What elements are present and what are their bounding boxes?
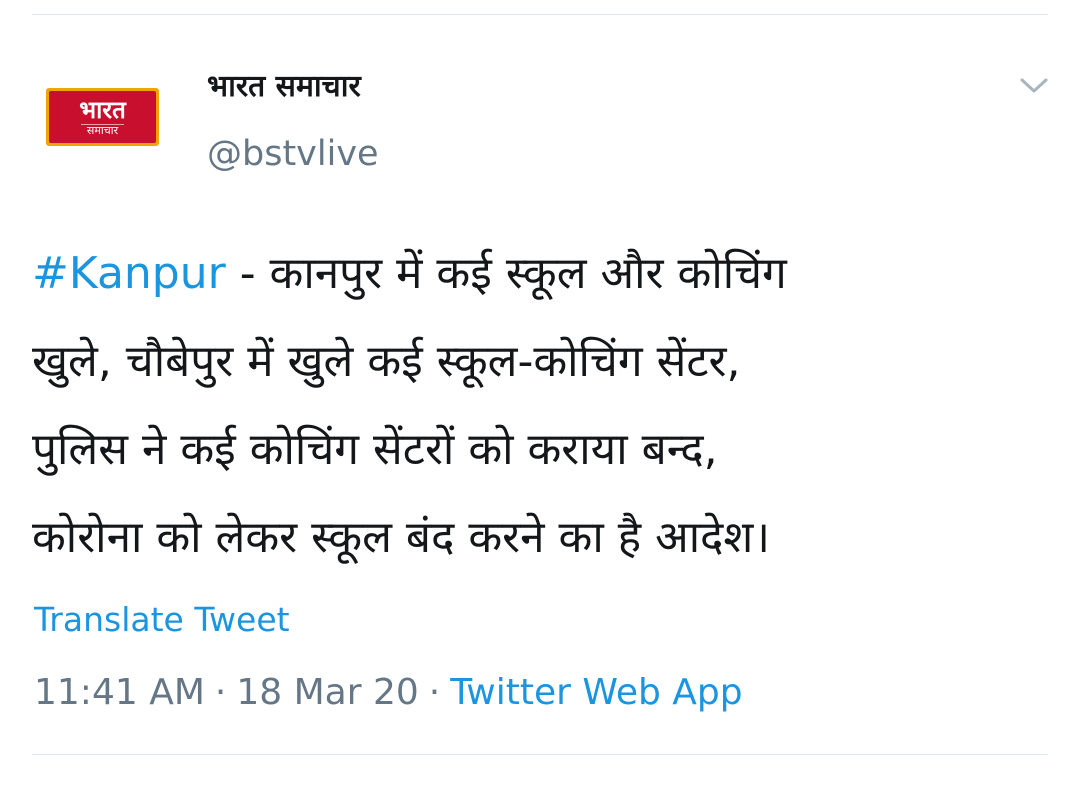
author-display-name[interactable]: भारत समाचार: [207, 64, 361, 105]
hashtag-link[interactable]: #Kanpur: [32, 248, 226, 299]
tweet-time[interactable]: 11:41 AM: [34, 672, 205, 713]
author-handle[interactable]: @bstvlive: [207, 134, 379, 174]
avatar-logo-subtext: समाचार: [80, 124, 125, 136]
tweet-text-line: खुले, चौबेपुर में खुले कई स्कूल-कोचिंग स…: [32, 336, 741, 387]
avatar-logo-text: भारत: [79, 96, 126, 124]
chevron-down-icon[interactable]: [1017, 72, 1051, 98]
translate-tweet-link[interactable]: Translate Tweet: [34, 600, 290, 639]
tweet-text-segment: - कानपुर में कई स्कूल और कोचिंग: [225, 248, 787, 299]
meta-separator: ·: [428, 672, 441, 713]
tweet-date[interactable]: 18 Mar 20: [236, 672, 418, 713]
meta-separator: ·: [214, 672, 227, 713]
bottom-divider: [32, 754, 1048, 755]
top-divider: [32, 14, 1048, 15]
tweet-text: #Kanpur - कानपुर में कई स्कूल और कोचिंग …: [32, 230, 1042, 582]
tweet-metadata: 11:41 AM · 18 Mar 20 · Twitter Web App: [34, 672, 743, 713]
avatar[interactable]: भारत समाचार: [46, 88, 159, 146]
tweet-source-link[interactable]: Twitter Web App: [450, 672, 742, 713]
avatar-logo: भारत समाचार: [49, 91, 156, 143]
tweet-text-line: पुलिस ने कई कोचिंग सेंटरों को कराया बन्द…: [32, 424, 718, 475]
tweet-text-line: #Kanpur - कानपुर में कई स्कूल और कोचिंग: [32, 230, 1042, 318]
tweet-text-line: कोरोना को लेकर स्कूल बंद करने का है आदेश…: [32, 512, 771, 563]
